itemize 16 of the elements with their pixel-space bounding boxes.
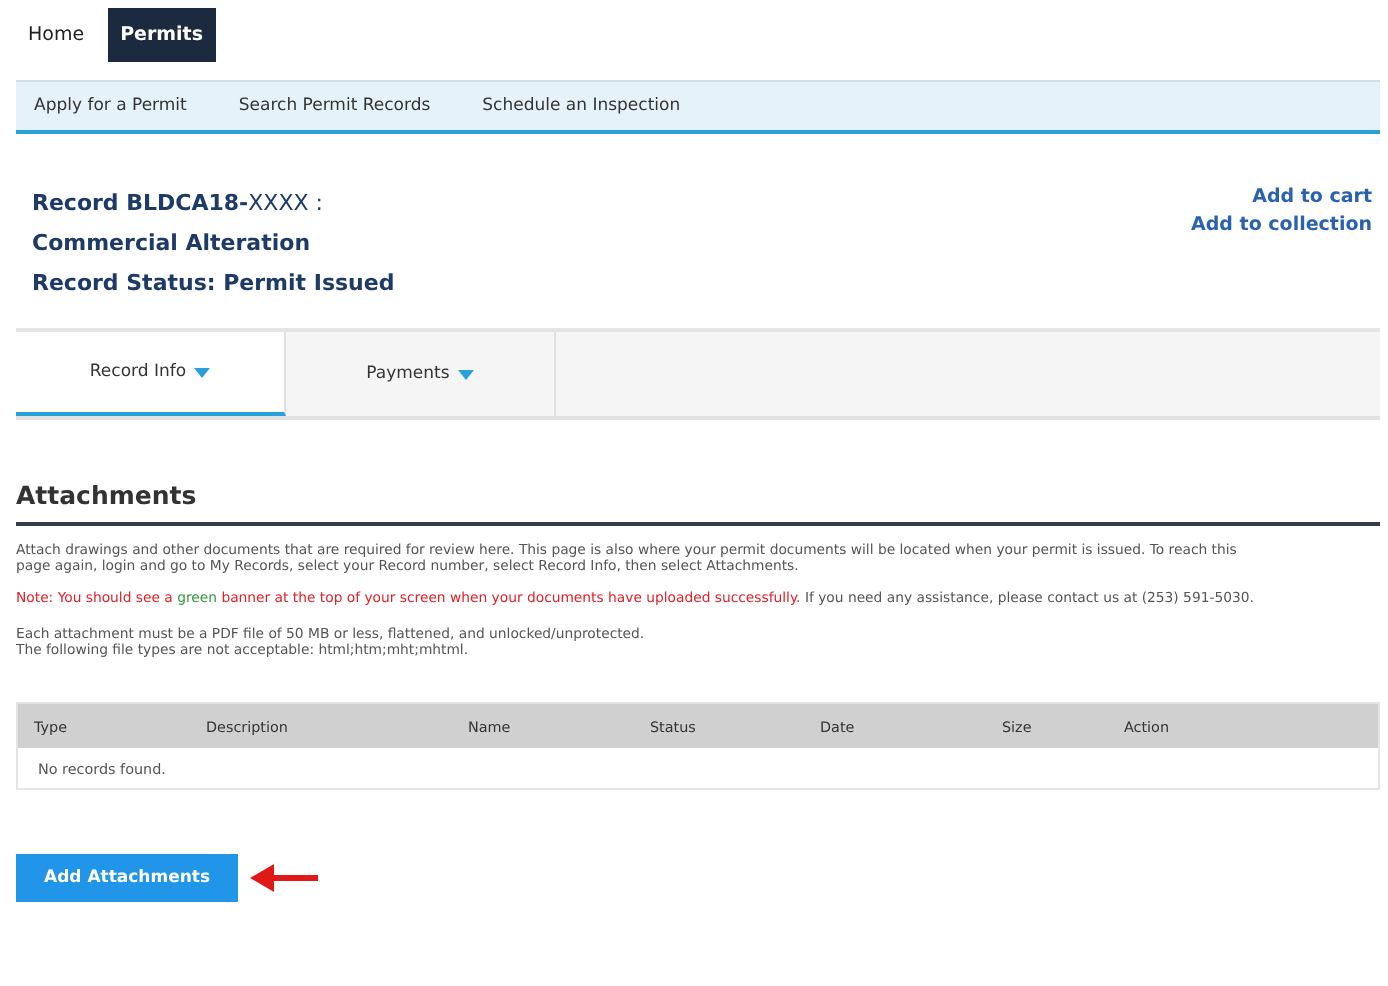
sub-nav-link[interactable]: Search Permit Records (238, 96, 431, 116)
caret-icon (194, 367, 211, 377)
record-title: Record BLDCA18-XXXX : (32, 188, 325, 220)
sub-nav-link[interactable]: Apply for a Permit (34, 96, 187, 116)
caret-icon (457, 369, 474, 379)
record-link[interactable]: Add to cart (1252, 184, 1372, 212)
sub-nav-link[interactable]: Schedule an Inspection (482, 96, 681, 116)
record-link[interactable]: Add to collection (1191, 212, 1372, 240)
record-type: Commercial Alteration (32, 228, 313, 260)
nav-tab[interactable]: Home (16, 8, 97, 62)
record-status: Record Status: Permit Issued (32, 268, 395, 300)
arrow-icon (250, 864, 319, 892)
nav-tab[interactable]: Permits (108, 8, 216, 62)
dropdown-tab[interactable]: Record Info (16, 332, 286, 416)
dropdown-tab[interactable]: Payments (286, 332, 556, 416)
section-title: Attachments (16, 480, 1380, 526)
